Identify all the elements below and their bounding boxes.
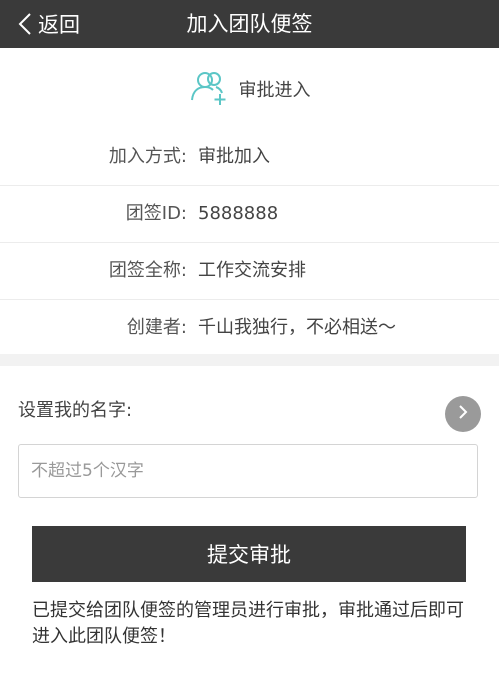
- info-row-join-method: 加入方式: 审批加入: [0, 129, 499, 186]
- info-value: 千山我独行，不必相送～: [198, 317, 396, 338]
- info-row-team-id: 团签ID: 5888888: [0, 186, 499, 243]
- approval-note: 已提交给团队便签的管理员进行审批，审批通过后即可进入此团队便签！: [32, 600, 464, 647]
- top-bar: 返回 加入团队便签: [0, 0, 499, 48]
- chevron-left-icon: [18, 12, 32, 36]
- info-key: 团签全称:: [108, 260, 187, 281]
- submit-approval-button[interactable]: 提交审批: [32, 526, 466, 582]
- name-label: 设置我的名字:: [18, 400, 133, 421]
- info-key: 创建者:: [126, 317, 187, 338]
- info-value: 工作交流安排: [198, 260, 306, 281]
- info-value: 5888888: [198, 203, 279, 224]
- info-row-creator: 创建者: 千山我独行，不必相送～: [0, 300, 499, 356]
- section-divider: [0, 354, 499, 366]
- next-button[interactable]: [445, 396, 481, 432]
- back-button[interactable]: 返回: [18, 0, 80, 48]
- name-input[interactable]: [18, 444, 478, 498]
- join-mode-label: 审批进入: [238, 80, 311, 101]
- info-key: 加入方式:: [108, 146, 187, 167]
- back-label: 返回: [38, 13, 80, 37]
- join-mode-header: 审批进入: [0, 48, 499, 130]
- info-value: 审批加入: [198, 146, 270, 167]
- chevron-right-icon: [458, 404, 468, 424]
- info-row-team-name: 团签全称: 工作交流安排: [0, 243, 499, 300]
- info-key: 团签ID:: [125, 203, 187, 224]
- add-user-icon: [189, 72, 239, 106]
